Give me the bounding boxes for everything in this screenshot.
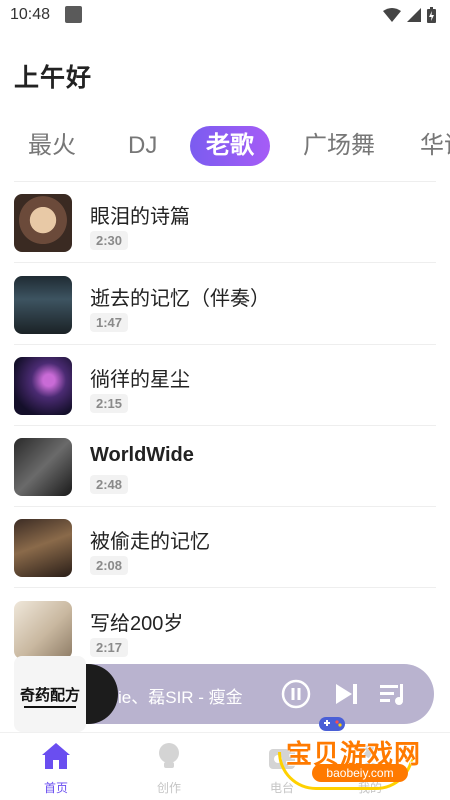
song-row[interactable]: 眼泪的诗篇 2:30	[14, 194, 436, 276]
song-title: 写给200岁	[90, 613, 184, 635]
song-cover	[14, 357, 72, 415]
song-duration: 2:48	[90, 475, 129, 494]
next-track-button[interactable]	[332, 678, 360, 710]
pause-button[interactable]	[280, 678, 312, 710]
gamepad-icon	[319, 717, 345, 731]
song-title: WorldWide	[90, 444, 194, 466]
song-row[interactable]: 逝去的记忆（伴奏） 1:47	[14, 276, 436, 358]
greeting-title: 上午好	[14, 64, 93, 92]
divider	[14, 506, 436, 507]
song-cover	[14, 438, 72, 496]
song-cover	[14, 276, 72, 334]
nav-create-label: 创作	[156, 781, 181, 795]
song-cover	[14, 519, 72, 577]
player-cover: 奇药配方	[14, 656, 86, 732]
song-duration: 2:17	[90, 638, 129, 657]
nav-create[interactable]: 创作	[129, 733, 209, 800]
signal-icon	[407, 8, 421, 22]
status-bar: 10:48	[0, 0, 450, 32]
song-title: 被偷走的记忆	[90, 531, 210, 553]
watermark-logo: 宝贝游戏网 baobeiy.com	[268, 712, 428, 792]
song-title: 眼泪的诗篇	[90, 206, 190, 228]
nav-home-label: 首页	[43, 781, 68, 795]
svg-text:奇药配方: 奇药配方	[20, 686, 80, 704]
battery-icon	[427, 7, 436, 23]
lightbulb-icon	[159, 743, 179, 768]
song-duration: 2:08	[90, 556, 129, 575]
tab-dj[interactable]: DJ	[128, 126, 157, 166]
nav-home[interactable]: 首页	[16, 733, 96, 800]
notification-icon	[65, 6, 82, 23]
song-duration: 1:47	[90, 313, 129, 332]
song-title: 徜徉的星尘	[90, 369, 190, 391]
wifi-icon	[383, 8, 401, 22]
tab-chinese[interactable]: 华语	[420, 126, 450, 166]
tab-square-dance[interactable]: 广场舞	[303, 126, 375, 166]
song-duration: 2:15	[90, 394, 129, 413]
song-row[interactable]: 徜徉的星尘 2:15	[14, 357, 436, 439]
song-cover	[14, 601, 72, 659]
divider	[14, 425, 436, 426]
watermark-url: baobeiy.com	[312, 764, 408, 782]
divider	[14, 344, 436, 345]
now-playing-text: ie、磊SIR - 瘦金	[118, 688, 243, 707]
song-cover	[14, 194, 72, 252]
home-icon	[42, 743, 70, 769]
divider	[14, 587, 436, 588]
song-duration: 2:30	[90, 231, 129, 250]
status-time: 10:48	[10, 6, 51, 23]
tab-oldies[interactable]: 老歌	[190, 126, 270, 166]
divider	[14, 262, 436, 263]
playlist-button[interactable]	[378, 678, 410, 710]
category-tabs: 最火 DJ 老歌 广场舞 华语	[0, 126, 450, 172]
song-row[interactable]: 被偷走的记忆 2:08	[14, 519, 436, 601]
album-logo: 奇药配方	[20, 686, 80, 708]
song-title: 逝去的记忆（伴奏）	[90, 288, 270, 310]
divider	[14, 181, 436, 182]
song-row[interactable]: WorldWide 2:48	[14, 438, 436, 520]
tab-hottest[interactable]: 最火	[28, 126, 76, 166]
status-indicators	[383, 7, 436, 23]
